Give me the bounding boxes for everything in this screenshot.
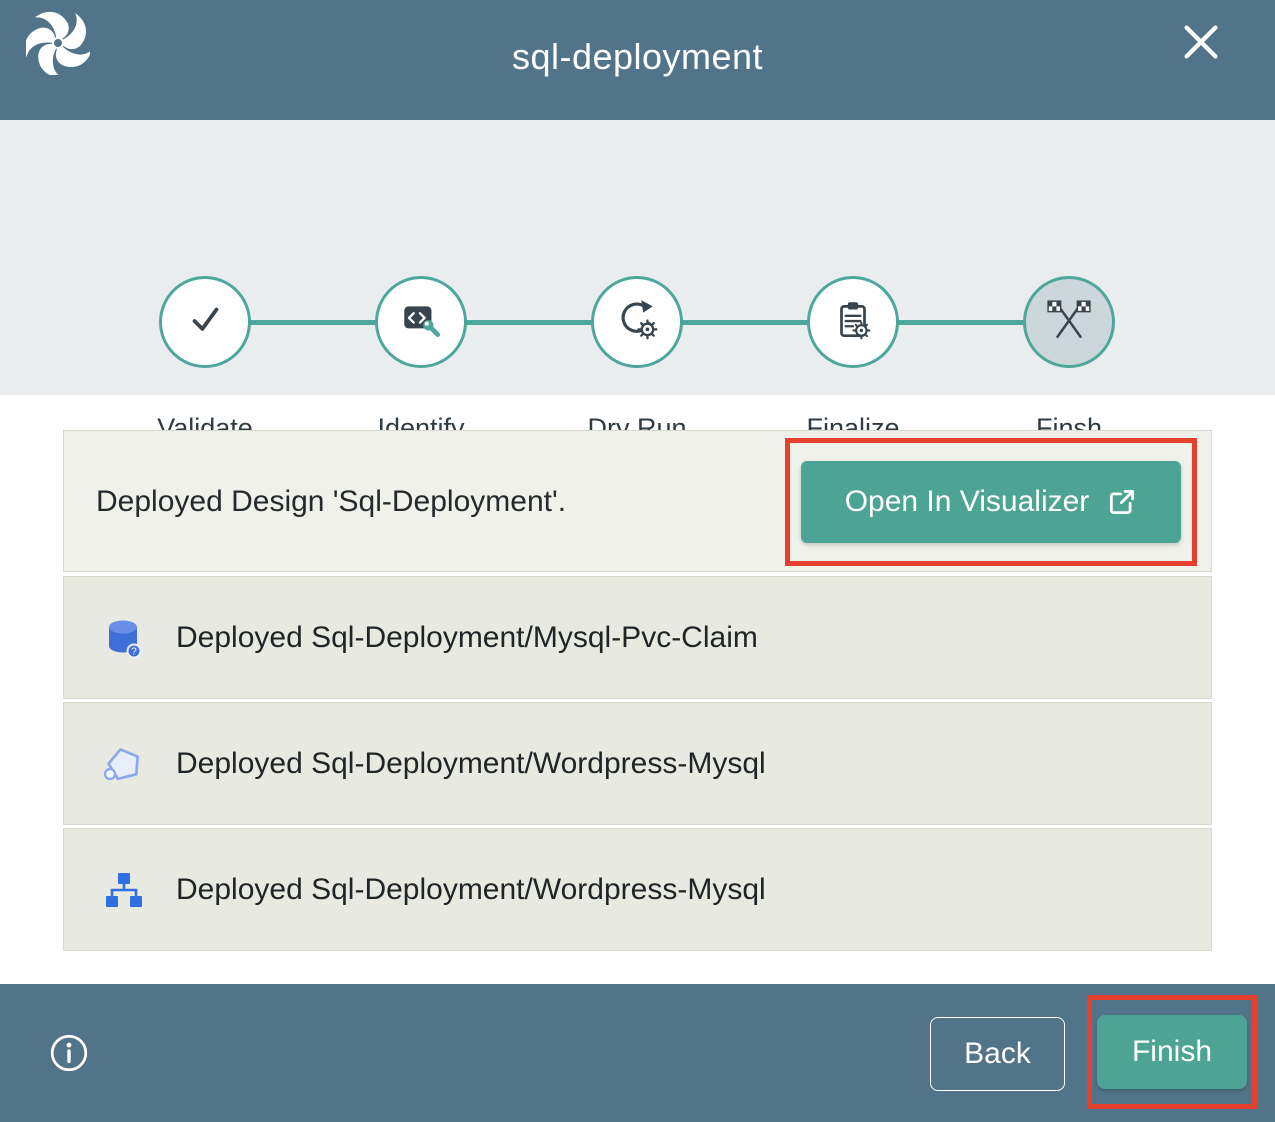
- deployment-row-wordpress-mysql-2: Deployed Sql-Deployment/Wordpress-Mysql: [63, 828, 1212, 951]
- close-icon[interactable]: [1177, 18, 1225, 66]
- wizard-stepper: ValidateDesign IdentifyEnvironments: [0, 120, 1275, 395]
- step-finalize-deployment[interactable]: [807, 276, 899, 368]
- checkered-flags-icon: [1046, 297, 1092, 348]
- finish-button[interactable]: Finish: [1097, 1015, 1247, 1089]
- step-finish[interactable]: [1023, 276, 1115, 368]
- open-in-visualizer-button[interactable]: Open In Visualizer: [801, 461, 1181, 543]
- deployment-row-text: Deployed Sql-Deployment/Mysql-Pvc-Claim: [176, 621, 758, 655]
- modal-footer: Back Finish: [0, 984, 1275, 1122]
- deployed-design-text: Deployed Design 'Sql-Deployment'.: [96, 431, 566, 573]
- open-in-visualizer-label: Open In Visualizer: [845, 485, 1090, 519]
- summary-row: Deployed Design 'Sql-Deployment'. Open I…: [63, 430, 1212, 572]
- modal-header: sql-deployment: [0, 0, 1275, 120]
- step-validate-design[interactable]: [159, 276, 251, 368]
- pentagon-icon: [100, 740, 148, 788]
- check-icon: [182, 297, 228, 348]
- clipboard-gear-icon: [830, 297, 876, 348]
- annotation-highlight-finish: Finish: [1087, 995, 1257, 1109]
- svg-text:?: ?: [131, 646, 137, 657]
- deployment-row-wordpress-mysql-1: Deployed Sql-Deployment/Wordpress-Mysql: [63, 702, 1212, 825]
- back-button[interactable]: Back: [930, 1017, 1065, 1091]
- deployment-row-text: Deployed Sql-Deployment/Wordpress-Mysql: [176, 873, 766, 907]
- deployment-row-text: Deployed Sql-Deployment/Wordpress-Mysql: [176, 747, 766, 781]
- code-configure-icon: [398, 297, 444, 348]
- deployment-row-mysql-pvc-claim: ? Deployed Sql-Deployment/Mysql-Pvc-Clai…: [63, 576, 1212, 699]
- deployment-results: Deployed Design 'Sql-Deployment'. Open I…: [63, 430, 1212, 954]
- external-link-icon: [1107, 487, 1137, 517]
- modal-title: sql-deployment: [0, 36, 1275, 78]
- database-icon: ?: [100, 614, 148, 662]
- annotation-highlight-visualizer: Open In Visualizer: [785, 438, 1197, 566]
- dry-run-icon: [614, 297, 660, 348]
- topology-icon: [100, 866, 148, 914]
- step-identify-environments[interactable]: [375, 276, 467, 368]
- deployment-wizard-modal: sql-deployment ValidateDesign: [0, 0, 1275, 1122]
- info-icon[interactable]: [48, 1032, 90, 1074]
- step-dry-run[interactable]: [591, 276, 683, 368]
